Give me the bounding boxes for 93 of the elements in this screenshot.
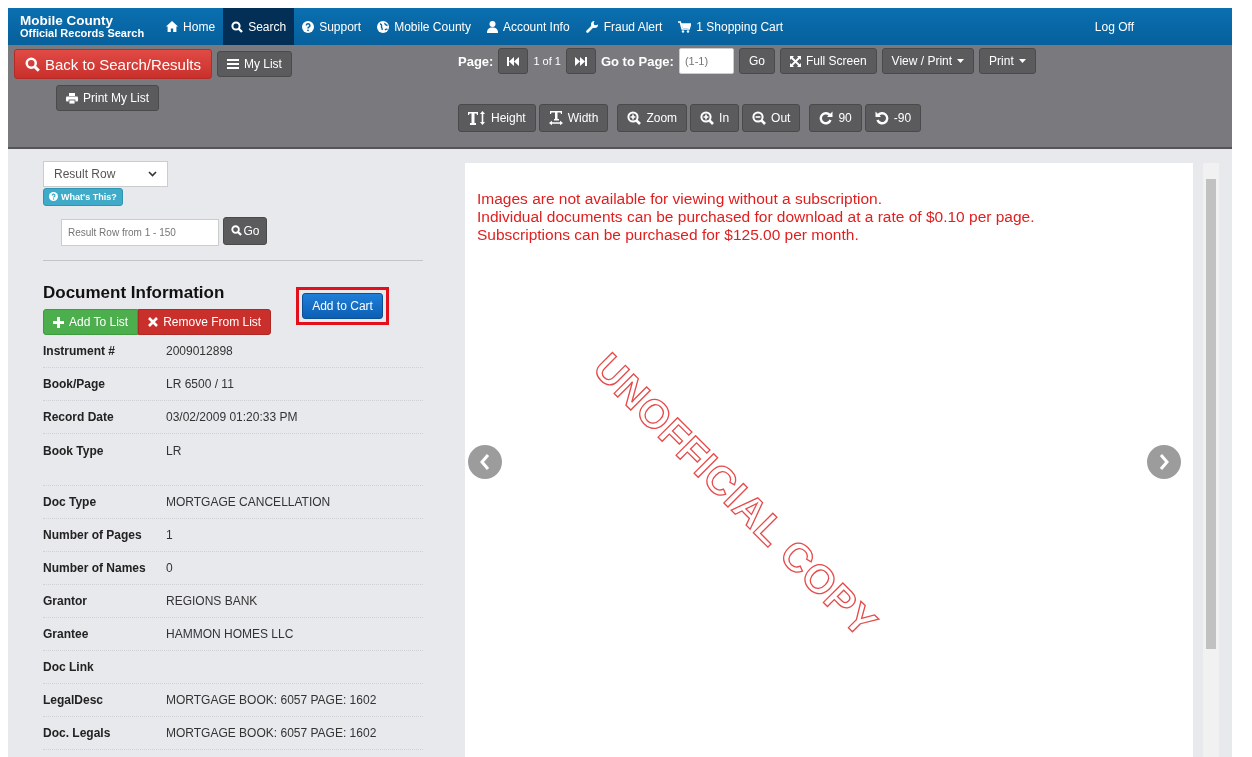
viewer-tool-button[interactable]: Zoom — [617, 104, 688, 132]
remove-from-list-button[interactable]: Remove From List — [138, 309, 272, 335]
search-icon — [231, 20, 244, 33]
nav-link[interactable]: 1 Shopping Cart — [670, 8, 792, 45]
field-value: LR — [166, 444, 182, 458]
nav-link[interactable]: Home — [158, 8, 224, 45]
field-value: HAMMON HOMES LLC — [166, 627, 294, 641]
user-icon — [486, 20, 498, 33]
viewer-tool-button[interactable]: Width — [538, 104, 609, 132]
first-page-icon — [507, 56, 520, 66]
field-label: Instrument # — [43, 344, 116, 358]
go-button[interactable]: Go — [223, 216, 268, 245]
caret-icon — [957, 59, 965, 63]
help-icon — [302, 20, 315, 33]
my-list-button[interactable]: My List — [216, 51, 292, 77]
help-icon — [49, 192, 58, 201]
viewer-tool-button[interactable]: Out — [742, 104, 801, 132]
add-to-cart-button[interactable]: Add to Cart — [302, 293, 383, 319]
log-off-link[interactable]: Log Off — [1086, 8, 1142, 45]
field-label: Book Type — [43, 444, 105, 458]
plus-icon — [53, 316, 64, 328]
globe-icon — [377, 20, 390, 33]
field-value: REGIONS BANK — [166, 594, 258, 608]
next-button[interactable] — [1147, 445, 1181, 479]
expand-icon — [789, 55, 801, 67]
field-value: 03/02/2009 01:20:33 PM — [166, 410, 298, 424]
full-screen-button[interactable]: Full Screen — [779, 48, 877, 74]
text-height-icon — [468, 111, 486, 125]
nav-link[interactable]: Search — [223, 8, 295, 45]
page-label: Page: — [458, 53, 494, 69]
search-icon — [231, 225, 243, 236]
field-label: Record Date — [43, 410, 115, 424]
print-dropdown[interactable]: Print — [979, 48, 1036, 74]
rotate-left-icon — [874, 111, 889, 125]
printer-icon — [66, 92, 78, 104]
field-value: 0 — [166, 561, 173, 575]
viewer-tool-button[interactable]: In — [690, 104, 740, 132]
chevron-left-icon — [480, 454, 490, 470]
field-value: 2009012898 — [166, 344, 233, 358]
chevron-right-icon — [1159, 454, 1169, 470]
scrollbar[interactable] — [1203, 163, 1219, 757]
search-icon — [25, 56, 40, 72]
print-my-list-button[interactable]: Print My List — [56, 85, 159, 111]
subscription-notice: Individual documents can be purchased for download at a rate of $0.10 per page. — [477, 208, 1036, 226]
close-icon — [148, 317, 159, 327]
field-label: LegalDesc — [43, 693, 105, 707]
go-button[interactable]: Go — [738, 48, 775, 74]
list-icon — [226, 59, 239, 69]
view-print-dropdown[interactable]: View / Print — [881, 48, 975, 74]
rotate-right-icon — [819, 111, 834, 125]
caret-icon — [1018, 59, 1026, 63]
result-row-select[interactable]: Result Row — [43, 161, 168, 187]
result-row-field[interactable]: Result Row from 1 - 150 — [61, 219, 219, 246]
field-label: Doc Type — [43, 495, 98, 509]
field-value: MORTGAGE BOOK: 6057 PAGE: 1602 — [166, 693, 377, 707]
field-label: Grantee — [43, 627, 90, 641]
back-to-search-button[interactable]: Back to Search/Results — [14, 49, 212, 79]
field-label: Number of Pages — [43, 528, 143, 542]
field-label: Grantor — [43, 594, 88, 608]
field-label: Book/Page — [43, 377, 106, 391]
go-to-page-field[interactable]: (1-1) — [678, 48, 734, 74]
viewer-tool-button[interactable]: 90 — [809, 104, 862, 132]
field-value: LR 6500 / 11 — [166, 377, 234, 391]
nav-link[interactable]: Support — [294, 8, 370, 45]
first-page-button[interactable] — [498, 48, 529, 74]
last-page-button[interactable] — [565, 48, 596, 74]
zoom-in-icon — [627, 111, 642, 125]
field-label: Number of Names — [43, 561, 147, 575]
field-value: MORTGAGE CANCELLATION — [166, 495, 331, 509]
field-label: Doc. Legals — [43, 726, 112, 740]
text-width-icon — [548, 111, 563, 125]
go-to-page-label: Go to Page: — [600, 53, 674, 69]
page-count: 1 of 1 — [533, 55, 561, 67]
previous-button[interactable] — [468, 445, 502, 479]
field-label: Doc Link — [43, 660, 95, 674]
subscription-notice: Subscriptions can be purchased for $125.00 per month. — [477, 226, 860, 244]
field-value: MORTGAGE BOOK: 6057 PAGE: 1602 — [166, 726, 377, 740]
zoom-out-icon — [752, 111, 767, 125]
site-logo[interactable]: Mobile County Official Records Search — [8, 8, 159, 45]
field-value: 1 — [166, 528, 173, 542]
last-page-icon — [574, 56, 587, 66]
zoom-in-icon — [700, 111, 715, 125]
nav-link[interactable]: Fraud Alert — [577, 8, 671, 45]
wrench-icon — [585, 20, 599, 33]
viewer-tool-button[interactable]: Height — [458, 104, 536, 132]
nav-link[interactable]: Mobile County — [369, 8, 479, 45]
subscription-notice: Images are not available for viewing without a subscription. — [477, 190, 883, 208]
chevron-down-icon — [148, 171, 157, 177]
home-icon — [166, 21, 179, 32]
section-heading: Document Information — [43, 283, 226, 303]
nav-link[interactable]: Account Info — [478, 8, 578, 45]
cart-icon — [678, 20, 692, 33]
viewer-tool-button[interactable]: -90 — [864, 104, 922, 132]
